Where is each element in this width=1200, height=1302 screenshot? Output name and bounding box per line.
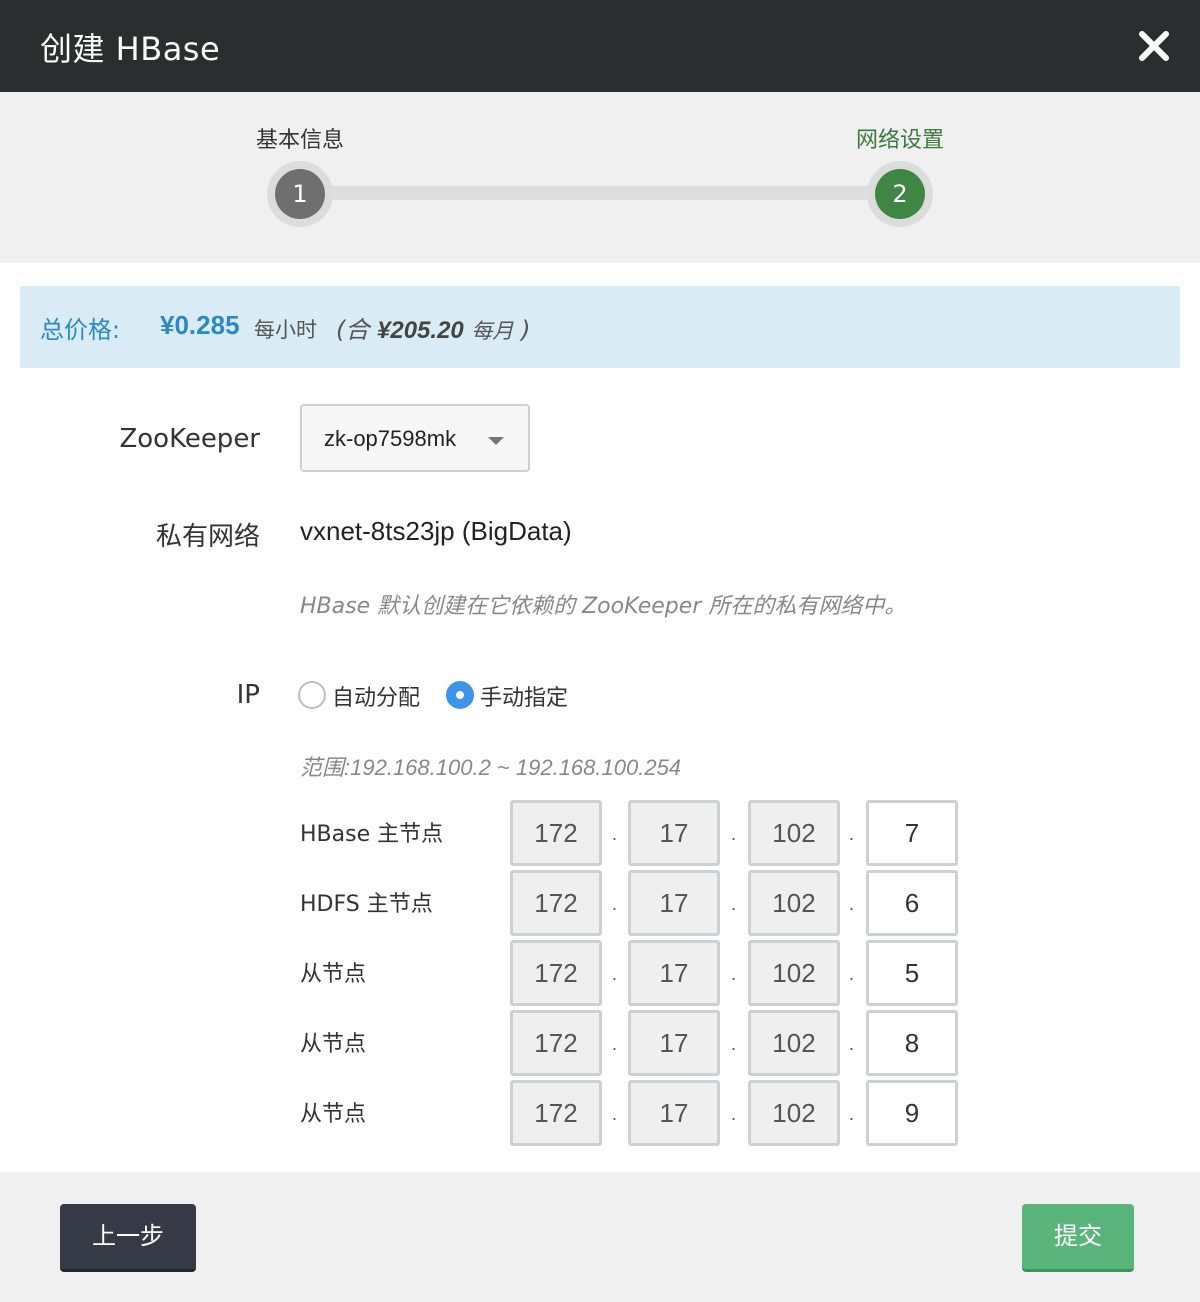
dialog-title: 创建 HBase bbox=[40, 30, 221, 68]
ip-octet-4-input[interactable]: 9 bbox=[866, 1080, 958, 1146]
ip-separator: . bbox=[612, 964, 618, 984]
ip-octet-1: 172 bbox=[510, 800, 602, 866]
zookeeper-select[interactable]: zk-op7598mk bbox=[300, 404, 530, 472]
ip-row-slave-3: 从节点 172 . 17 . 102 . 9 bbox=[0, 1080, 1200, 1146]
step-1-indicator[interactable]: 1 bbox=[267, 161, 333, 227]
ip-manual-label: 手动指定 bbox=[480, 686, 569, 711]
monthly-price-group: (合 ¥205.20 每月 ) bbox=[336, 310, 530, 345]
node-name: HBase 主节点 bbox=[300, 822, 444, 847]
ip-separator: . bbox=[731, 1104, 737, 1124]
ip-octet-4-input[interactable]: 7 bbox=[866, 800, 958, 866]
chevron-down-icon bbox=[488, 437, 504, 445]
previous-step-button[interactable]: 上一步 bbox=[60, 1204, 196, 1272]
ip-octet-4-input[interactable]: 5 bbox=[866, 940, 958, 1006]
ip-separator: . bbox=[612, 1034, 618, 1054]
ip-separator: . bbox=[612, 824, 618, 844]
network-label: 私有网络 bbox=[155, 522, 260, 552]
monthly-suffix: ) bbox=[521, 316, 531, 344]
ip-separator: . bbox=[849, 1034, 855, 1054]
ip-separator: . bbox=[849, 894, 855, 914]
monthly-price: ¥205.20 bbox=[377, 317, 464, 344]
price-label: 总价格: bbox=[40, 316, 121, 344]
ip-label: IP bbox=[236, 680, 260, 710]
step-2-number: 2 bbox=[875, 169, 925, 219]
node-name: HDFS 主节点 bbox=[300, 892, 433, 917]
submit-button[interactable]: 提交 bbox=[1022, 1204, 1134, 1272]
ip-octet-1: 172 bbox=[510, 870, 602, 936]
price-banner: 总价格: ¥0.285 每小时 (合 ¥205.20 每月 ) bbox=[20, 286, 1180, 368]
ip-octet-1: 172 bbox=[510, 1080, 602, 1146]
hourly-unit: 每小时 bbox=[254, 318, 317, 342]
step-progress-track bbox=[320, 186, 880, 200]
step-2-label: 网络设置 bbox=[855, 128, 944, 153]
ip-row-hdfs-master: HDFS 主节点 172 . 17 . 102 . 6 bbox=[0, 870, 1200, 936]
dialog-header: 创建 HBase bbox=[0, 0, 1200, 92]
ip-range-hint: 范围:192.168.100.2 ~ 192.168.100.254 bbox=[300, 755, 682, 780]
ip-octet-3: 102 bbox=[748, 1010, 840, 1076]
ip-auto-label: 自动分配 bbox=[332, 686, 421, 711]
ip-octet-4-input[interactable]: 6 bbox=[866, 870, 958, 936]
ip-row-hbase-master: HBase 主节点 172 . 17 . 102 . 7 bbox=[0, 800, 1200, 866]
wizard-stepper: 基本信息 网络设置 1 2 bbox=[0, 92, 1200, 262]
ip-separator: . bbox=[731, 824, 737, 844]
ip-octet-1: 172 bbox=[510, 1010, 602, 1076]
step-1-label: 基本信息 bbox=[255, 128, 344, 153]
close-icon[interactable] bbox=[1134, 26, 1174, 66]
ip-octet-1: 172 bbox=[510, 940, 602, 1006]
ip-octet-3: 102 bbox=[748, 800, 840, 866]
ip-octet-2: 17 bbox=[628, 1010, 720, 1076]
node-name: 从节点 bbox=[300, 1032, 367, 1057]
zookeeper-selected-value: zk-op7598mk bbox=[324, 426, 457, 451]
network-hint: HBase 默认创建在它依赖的 ZooKeeper 所在的私有网络中。 bbox=[300, 594, 907, 619]
ip-octet-2: 17 bbox=[628, 800, 720, 866]
ip-octet-3: 102 bbox=[748, 940, 840, 1006]
ip-row-slave-2: 从节点 172 . 17 . 102 . 8 bbox=[0, 1010, 1200, 1076]
ip-separator: . bbox=[849, 1104, 855, 1124]
ip-octet-3: 102 bbox=[748, 1080, 840, 1146]
ip-octet-3: 102 bbox=[748, 870, 840, 936]
dialog-footer: 上一步 提交 bbox=[0, 1172, 1200, 1302]
ip-octet-4-input[interactable]: 8 bbox=[866, 1010, 958, 1076]
ip-separator: . bbox=[731, 964, 737, 984]
node-name: 从节点 bbox=[300, 1102, 367, 1127]
ip-row-slave-1: 从节点 172 . 17 . 102 . 5 bbox=[0, 940, 1200, 1006]
ip-octet-2: 17 bbox=[628, 940, 720, 1006]
monthly-prefix: (合 bbox=[336, 316, 370, 344]
ip-separator: . bbox=[612, 894, 618, 914]
step-1-number: 1 bbox=[275, 169, 325, 219]
node-name: 从节点 bbox=[300, 962, 367, 987]
step-2-indicator: 2 bbox=[867, 161, 933, 227]
radio-checked-icon bbox=[446, 681, 474, 709]
ip-auto-radio[interactable]: 自动分配 bbox=[298, 680, 433, 711]
zookeeper-label: ZooKeeper bbox=[119, 424, 260, 454]
ip-manual-radio[interactable]: 手动指定 bbox=[446, 680, 581, 711]
ip-separator: . bbox=[731, 894, 737, 914]
network-value: vxnet-8ts23jp (BigData) bbox=[300, 516, 572, 546]
radio-unchecked-icon bbox=[298, 681, 326, 709]
ip-separator: . bbox=[731, 1034, 737, 1054]
ip-octet-2: 17 bbox=[628, 1080, 720, 1146]
hourly-price: ¥0.285 bbox=[160, 310, 240, 340]
ip-separator: . bbox=[849, 824, 855, 844]
ip-separator: . bbox=[612, 1104, 618, 1124]
ip-octet-2: 17 bbox=[628, 870, 720, 936]
monthly-unit: 每月 bbox=[471, 319, 514, 343]
ip-separator: . bbox=[849, 964, 855, 984]
